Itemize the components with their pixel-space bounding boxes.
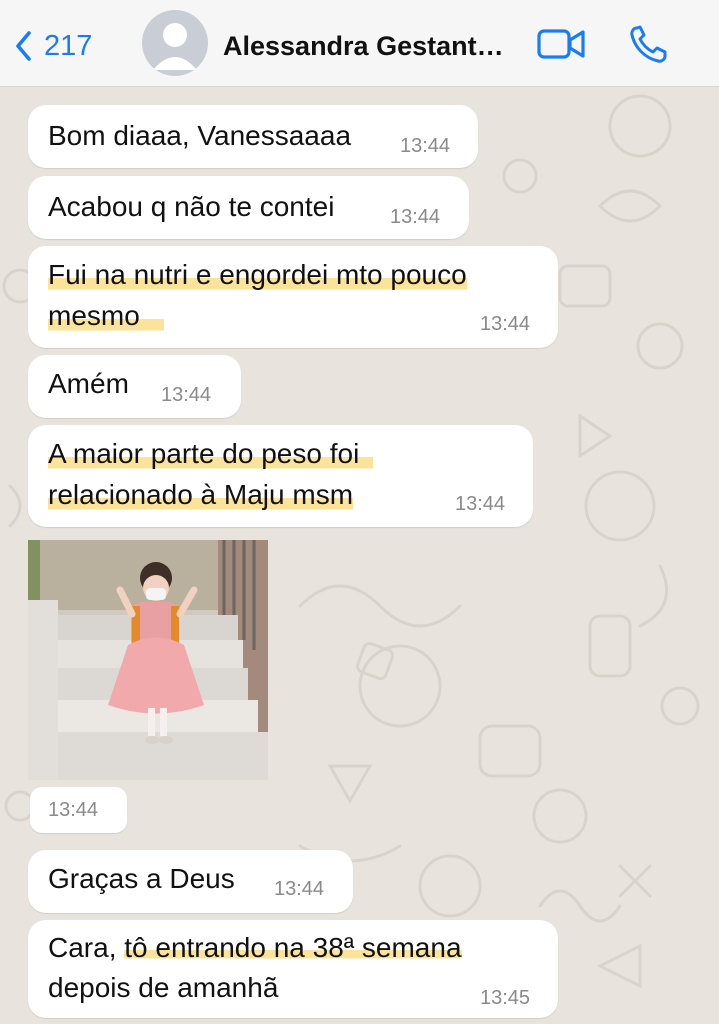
photo-time-bubble: 13:44 (30, 787, 127, 833)
message-time: 13:44 (400, 135, 451, 157)
message-bubble[interactable]: A maior parte do peso foi relacionado à … (28, 425, 533, 527)
message-text-line1: A maior parte do peso foi (48, 434, 374, 474)
message-text: Acabou q não te contei (48, 191, 335, 222)
message-time: 13:45 (480, 987, 531, 1009)
message-time: 13:44 (48, 799, 99, 821)
message-bubble[interactable]: Amém 13:44 (28, 355, 241, 418)
person-placeholder-icon (153, 23, 197, 70)
message-time: 13:44 (390, 206, 441, 228)
message-text: Amém (48, 368, 129, 399)
back-button[interactable]: 217 (14, 26, 92, 66)
message-text-line1: Fui na nutri e engordei mto pouco (48, 255, 467, 295)
message-text-line2: relacionado à Maju msm (48, 475, 354, 515)
message-bubble[interactable]: Fui na nutri e engordei mto pouco mesmo … (28, 246, 558, 348)
voice-call-button[interactable] (628, 24, 670, 69)
message-text-plain: Cara, (48, 932, 125, 963)
message-bubble[interactable]: Cara, tô entrando na 38ª semana depois d… (28, 920, 558, 1018)
message-time: 13:44 (161, 384, 212, 406)
message-text: Graças a Deus (48, 863, 235, 894)
message-time: 13:44 (274, 878, 325, 900)
video-call-button[interactable] (537, 27, 587, 66)
message-text-line1: Cara, tô entrando na 38ª semana (48, 928, 462, 968)
message-time: 13:44 (455, 493, 506, 515)
video-camera-icon (537, 29, 585, 59)
message-bubble[interactable]: Acabou q não te contei 13:44 (28, 176, 469, 239)
chevron-left-icon (16, 31, 31, 61)
contact-name[interactable]: Alessandra Gestant… (223, 26, 523, 66)
photo-message[interactable] (28, 540, 268, 780)
unread-count: 217 (44, 29, 93, 62)
message-text-line2: mesmo (48, 296, 164, 336)
message-text-highlighted: tô entrando na 38ª semana (124, 932, 462, 963)
message-time: 13:44 (480, 313, 531, 335)
chat-header: 217 Alessandra Gestant… (0, 0, 719, 87)
message-text: Bom diaaa, Vanessaaaa (48, 120, 352, 151)
phone-icon (630, 25, 667, 63)
message-bubble[interactable]: Graças a Deus 13:44 (28, 850, 353, 913)
girl-in-pink-dress-on-stairs (28, 540, 268, 780)
message-text-line2: depois de amanhã (48, 972, 279, 1003)
message-bubble[interactable]: Bom diaaa, Vanessaaaa 13:44 (28, 105, 478, 168)
avatar[interactable] (142, 10, 208, 76)
